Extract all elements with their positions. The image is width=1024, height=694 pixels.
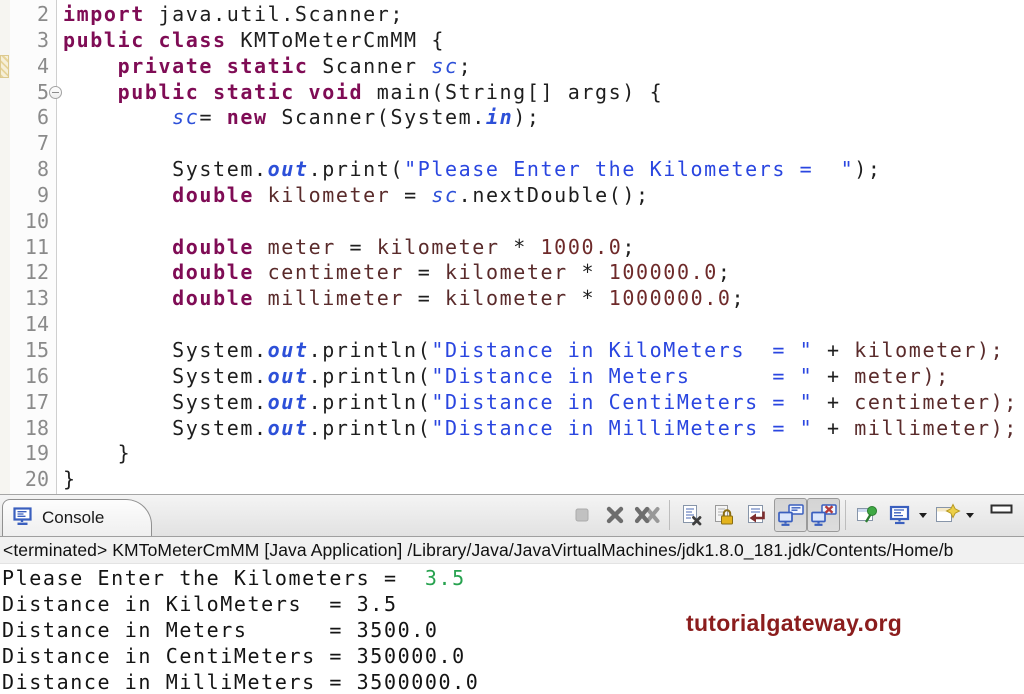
code-area[interactable]: import java.util.Scanner;public class KM… xyxy=(57,0,1024,494)
code-line: } xyxy=(63,467,1024,493)
code-line: double meter = kilometer * 1000.0; xyxy=(63,235,1024,261)
console-icon xyxy=(13,507,34,530)
console-status-line: <terminated> KMToMeterCmMM [Java Applica… xyxy=(0,537,1024,564)
eclipse-window: 234567891011121314151617181920 import ja… xyxy=(0,0,1024,694)
show-stderr-icon xyxy=(810,503,838,528)
tab-console-label: Console xyxy=(42,508,104,528)
dropdown-arrow-icon[interactable] xyxy=(966,513,974,518)
line-number: 9 xyxy=(10,183,56,209)
code-line: System.out.println("Distance in Meters =… xyxy=(63,364,1024,390)
console-output-line: Distance in MilliMeters = 3500000.0 xyxy=(2,670,1024,694)
show-stdout-icon xyxy=(777,503,805,528)
line-number: 6 xyxy=(10,105,56,131)
terminate-icon xyxy=(571,504,593,526)
line-number: 10 xyxy=(10,209,56,235)
console-output-line: Distance in CentiMeters = 350000.0 xyxy=(2,644,1024,670)
line-number: 13 xyxy=(10,286,56,312)
console-output-line: Please Enter the Kilometers = 3.5 xyxy=(2,566,1024,592)
code-line: public static void main(String[] args) { xyxy=(63,80,1024,106)
scroll-lock-icon xyxy=(712,503,737,527)
line-number: 8 xyxy=(10,157,56,183)
line-number: 12 xyxy=(10,260,56,286)
line-number: 15 xyxy=(10,338,56,364)
scroll-lock-button[interactable] xyxy=(708,498,741,532)
code-line: import java.util.Scanner; xyxy=(63,2,1024,28)
open-console-button[interactable] xyxy=(931,498,964,532)
line-number: 7 xyxy=(10,131,56,157)
console-toolbar xyxy=(565,498,978,532)
dropdown-arrow-icon[interactable] xyxy=(919,513,927,518)
code-line: System.out.println("Distance in KiloMete… xyxy=(63,338,1024,364)
pin-console-button[interactable] xyxy=(851,498,884,532)
terminate-button xyxy=(565,498,598,532)
java-code-editor: 234567891011121314151617181920 import ja… xyxy=(0,0,1024,494)
code-line: System.out.print("Please Enter the Kilom… xyxy=(63,157,1024,183)
minimize-button[interactable] xyxy=(989,503,1015,516)
word-wrap-button[interactable] xyxy=(741,498,774,532)
line-number: 18 xyxy=(10,416,56,442)
code-line: public class KMToMeterCmMM { xyxy=(63,28,1024,54)
show-stdout-button[interactable] xyxy=(774,498,807,532)
code-line: System.out.println("Distance in MilliMet… xyxy=(63,416,1024,442)
pin-console-icon xyxy=(855,503,880,527)
clear-console-icon xyxy=(679,503,704,527)
line-number: 16 xyxy=(10,364,56,390)
remove-all-terminated-icon xyxy=(633,504,662,526)
line-number: 2 xyxy=(10,2,56,28)
line-number: 19 xyxy=(10,441,56,467)
remove-launch-icon xyxy=(604,504,626,526)
show-stderr-button[interactable] xyxy=(807,498,840,532)
console-view-tabbar: Console xyxy=(0,494,1024,537)
code-line: sc= new Scanner(System.in); xyxy=(63,105,1024,131)
line-number: 3 xyxy=(10,28,56,54)
code-line: double centimeter = kilometer * 100000.0… xyxy=(63,260,1024,286)
code-line: double millimeter = kilometer * 1000000.… xyxy=(63,286,1024,312)
toolbar-separator xyxy=(669,500,670,530)
line-number: 14 xyxy=(10,312,56,338)
remove-all-terminated-button[interactable] xyxy=(631,498,664,532)
line-number: 11 xyxy=(10,235,56,261)
display-console-icon xyxy=(889,505,912,526)
clear-console-button[interactable] xyxy=(675,498,708,532)
code-line: double kilometer = sc.nextDouble(); xyxy=(63,183,1024,209)
open-console-icon xyxy=(934,503,961,527)
remove-launch-button[interactable] xyxy=(598,498,631,532)
code-line: } xyxy=(63,441,1024,467)
code-line: private static Scanner sc; xyxy=(63,54,1024,80)
line-number: 20 xyxy=(10,467,56,493)
task-annotation-marker xyxy=(0,55,9,78)
tab-console[interactable]: Console xyxy=(2,499,152,536)
display-console-button[interactable] xyxy=(884,498,917,532)
code-line: System.out.println("Distance in CentiMet… xyxy=(63,390,1024,416)
code-line xyxy=(63,131,1024,157)
toolbar-separator xyxy=(845,500,846,530)
code-line xyxy=(63,312,1024,338)
line-number-gutter: 234567891011121314151617181920 xyxy=(10,0,57,494)
minimize-icon xyxy=(990,500,1014,519)
word-wrap-icon xyxy=(745,503,770,527)
watermark-text: tutorialgateway.org xyxy=(686,610,902,637)
annotation-ruler xyxy=(0,0,10,494)
line-number: 4 xyxy=(10,54,56,80)
line-number: 17 xyxy=(10,390,56,416)
fold-collapse-icon[interactable] xyxy=(49,86,62,99)
code-line xyxy=(63,209,1024,235)
